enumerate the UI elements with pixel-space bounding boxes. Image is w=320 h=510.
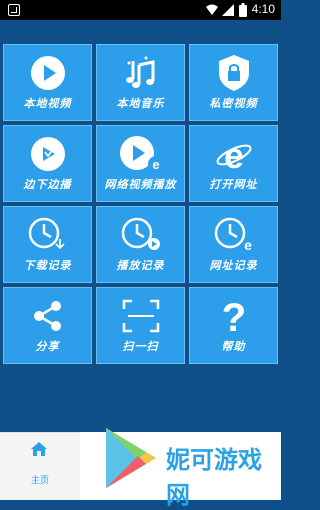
nav-home[interactable]: 主页 [0, 432, 80, 500]
tile-local-video[interactable]: 本地视频 [3, 44, 92, 121]
battery-icon [239, 3, 247, 17]
share-icon [33, 301, 61, 331]
play-circle-icon [30, 56, 65, 90]
question-icon: ? [221, 296, 245, 336]
tile-label: 网络视频播放 [104, 178, 177, 191]
tile-open-url[interactable]: e 打开网址 [189, 125, 278, 202]
home-icon [31, 442, 47, 456]
tile-private-video[interactable]: 私密视频 [189, 44, 278, 121]
tile-label: 私密视频 [209, 97, 258, 110]
tile-label: 本地视频 [23, 97, 72, 110]
shield-lock-icon [218, 55, 249, 91]
tile-scan[interactable]: 扫一扫 [96, 287, 185, 364]
tile-help[interactable]: ? 帮助 [189, 287, 278, 364]
clock: 4:10 [251, 2, 275, 16]
play-ie-icon: e [119, 136, 164, 172]
svg-text:e: e [152, 157, 159, 172]
tile-stream-play[interactable]: 边下边播 [3, 125, 92, 202]
download-notification-icon [8, 4, 20, 16]
tile-label: 打开网址 [209, 178, 258, 191]
scan-icon [122, 299, 159, 333]
tile-download-history[interactable]: 下载记录 [3, 206, 92, 283]
watermark: 妮可游戏网 [96, 422, 281, 509]
tile-play-history[interactable]: 播放记录 [96, 206, 185, 283]
clock-play-icon [121, 217, 160, 250]
wifi-icon [206, 4, 218, 15]
signal-icon [222, 4, 234, 16]
nav-home-label: 主页 [30, 476, 49, 486]
tile-share[interactable]: 分享 [3, 287, 92, 364]
tile-local-music[interactable]: 本地音乐 [96, 44, 185, 121]
tile-network-video[interactable]: e 网络视频播放 [96, 125, 185, 202]
feature-grid: 本地视频 本地音乐 私密视频 边下边播 e 网络视频播放 e 打开网址 下载记录… [3, 44, 278, 368]
svg-text:e: e [244, 237, 252, 253]
svg-text:e: e [223, 135, 243, 174]
ie-browser-icon: e [215, 135, 252, 174]
svg-text:?: ? [221, 296, 245, 336]
status-bar: 4:10 [0, 0, 281, 20]
tile-label: 边下边播 [23, 178, 72, 191]
music-notes-icon [125, 56, 154, 88]
clock-ie-icon: e [214, 217, 252, 253]
play-download-icon [30, 137, 65, 171]
clock-download-icon [28, 217, 65, 250]
tile-label: 网址记录 [209, 259, 258, 272]
tile-label: 本地音乐 [116, 97, 165, 110]
play-store-icon [106, 428, 156, 488]
tile-label: 下载记录 [23, 259, 72, 272]
tile-label: 分享 [35, 340, 60, 353]
tile-label: 播放记录 [116, 259, 165, 272]
tile-label: 扫一扫 [122, 340, 159, 353]
tile-url-history[interactable]: e 网址记录 [189, 206, 278, 283]
tile-label: 帮助 [221, 340, 246, 353]
